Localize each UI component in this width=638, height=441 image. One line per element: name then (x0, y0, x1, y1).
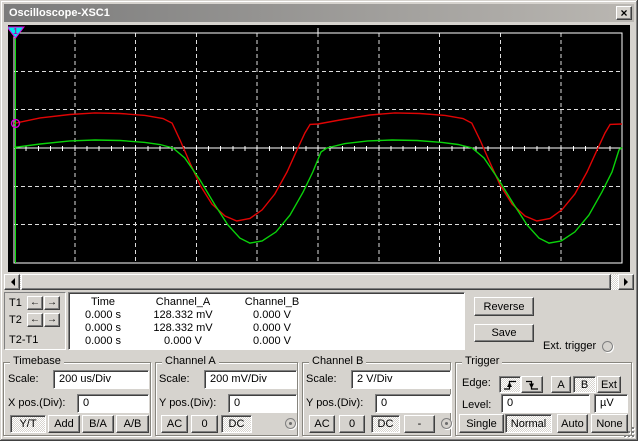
cursor-1[interactable]: 1 (8, 27, 24, 263)
trigger-source-b-button[interactable]: B (573, 376, 596, 393)
trigger-level-unit-field[interactable]: µV (594, 394, 628, 413)
timebase-scale-field[interactable]: 200 us/Div (53, 370, 149, 389)
channel-b-ac-button[interactable]: AC (309, 415, 335, 433)
timebase-group: Timebase Scale: 200 us/Div X pos.(Div): … (3, 362, 151, 436)
timebase-mode-ab-button[interactable]: A/B (116, 415, 149, 433)
arrow-left-icon: ← (30, 315, 40, 325)
t2-channel-b: 0.000 V (229, 322, 315, 334)
titlebar[interactable]: Oscilloscope-XSC1 × (4, 4, 634, 22)
channel-a-ypos-field[interactable]: 0 (228, 394, 297, 413)
trigger-group: Trigger Edge: A B Ext Level: 0 µV Single… (455, 362, 632, 436)
channel-a-dc-button[interactable]: DC (221, 415, 252, 433)
col-channel-b: Channel_B (229, 296, 315, 308)
channel-b-terminal-icon (441, 418, 452, 429)
save-button[interactable]: Save (474, 324, 534, 342)
close-icon: × (620, 8, 627, 18)
scroll-right-icon (624, 278, 632, 286)
channel-a-zero-button[interactable]: 0 (191, 415, 218, 433)
scroll-left-button[interactable] (4, 274, 20, 290)
arrow-right-icon: → (47, 298, 57, 308)
t2t1-channel-a: 0.000 V (137, 335, 229, 347)
timebase-xpos-label: X pos.(Div): (8, 397, 65, 409)
trigger-source-ext-button[interactable]: Ext (597, 376, 621, 393)
channel-a-group: Channel A Scale: 200 mV/Div Y pos.(Div):… (155, 362, 298, 436)
ext-trigger-label: Ext. trigger (543, 340, 596, 352)
channel-b-group: Channel B Scale: 2 V/Div Y pos.(Div): 0 … (302, 362, 451, 436)
timebase-title: Timebase (10, 355, 64, 367)
t2-label: T2 (9, 314, 27, 326)
cursor-controls: T1 ← → T2 ← → T2-T1 (4, 292, 66, 350)
window-title: Oscilloscope-XSC1 (9, 7, 110, 19)
trigger-edge-rising-button[interactable] (499, 376, 521, 393)
falling-edge-icon (525, 379, 539, 391)
scroll-right-button[interactable] (618, 274, 634, 290)
ext-trigger-terminal-icon (602, 341, 613, 352)
scroll-left-icon (7, 278, 15, 286)
channel-b-zero-button[interactable]: 0 (339, 415, 365, 433)
readout-row-t2-t1: 0.000 s 0.000 V 0.000 V (69, 335, 464, 347)
scope-display: 1 (8, 25, 630, 272)
trigger-level-label: Level: (462, 399, 491, 411)
channel-b-ypos-label: Y pos.(Div): (306, 397, 363, 409)
t2-time: 0.000 s (69, 322, 137, 334)
t2-left-button[interactable]: ← (27, 313, 43, 327)
t1-channel-a: 128.332 mV (137, 309, 229, 321)
t1-left-button[interactable]: ← (27, 296, 43, 310)
channel-b-ypos-field[interactable]: 0 (375, 394, 451, 413)
trigger-source-a-button[interactable]: A (551, 376, 571, 393)
channel-a-terminal-icon (285, 418, 296, 429)
channel-b-scale-label: Scale: (306, 373, 337, 385)
timebase-mode-yt-button[interactable]: Y/T (10, 415, 46, 433)
col-channel-a: Channel_A (137, 296, 229, 308)
trigger-mode-auto-button[interactable]: Auto (557, 414, 588, 433)
timebase-scale-label: Scale: (8, 373, 39, 385)
reverse-button[interactable]: Reverse (474, 297, 534, 316)
rising-edge-icon (503, 379, 517, 391)
t2-right-button[interactable]: → (44, 313, 60, 327)
channel-a-ac-button[interactable]: AC (161, 415, 188, 433)
resize-grip[interactable] (622, 425, 635, 438)
readout-row-t1: 0.000 s 128.332 mV 0.000 V (69, 309, 464, 321)
trigger-title: Trigger (462, 355, 502, 367)
trigger-mode-single-button[interactable]: Single (459, 414, 504, 433)
cursor-1-number: 1 (13, 27, 18, 36)
channel-b-scale-field[interactable]: 2 V/Div (351, 370, 451, 389)
t2-t1-label: T2-T1 (9, 334, 65, 346)
t2t1-channel-b: 0.000 V (229, 335, 315, 347)
timebase-mode-ba-button[interactable]: B/A (82, 415, 114, 433)
t2-channel-a: 128.332 mV (137, 322, 229, 334)
channel-b-title: Channel B (309, 355, 366, 367)
channel-a-scale-field[interactable]: 200 mV/Div (204, 370, 297, 389)
scrollbar-thumb[interactable] (21, 274, 611, 290)
t2t1-time: 0.000 s (69, 335, 137, 347)
channel-a-title: Channel A (162, 355, 219, 367)
oscilloscope-window: Oscilloscope-XSC1 × 1 T1 ← → T2 (0, 0, 638, 441)
trigger-edge-falling-button[interactable] (521, 376, 543, 393)
measurement-readout: Time Channel_A Channel_B 0.000 s 128.332… (68, 292, 465, 350)
t1-label: T1 (9, 297, 27, 309)
trigger-mode-normal-button[interactable]: Normal (505, 414, 552, 433)
t1-time: 0.000 s (69, 309, 137, 321)
scope-grid (14, 28, 622, 263)
t1-channel-b: 0.000 V (229, 309, 315, 321)
channel-b-minus-button[interactable]: - (404, 415, 435, 433)
timebase-mode-add-button[interactable]: Add (48, 415, 80, 433)
channel-b-dc-button[interactable]: DC (371, 415, 400, 433)
t1-right-button[interactable]: → (44, 296, 60, 310)
trigger-edge-label: Edge: (462, 377, 491, 389)
arrow-right-icon: → (47, 315, 57, 325)
readout-row-t2: 0.000 s 128.332 mV 0.000 V (69, 322, 464, 334)
col-time: Time (69, 296, 137, 308)
horizontal-scrollbar[interactable] (4, 274, 634, 290)
arrow-left-icon: ← (30, 298, 40, 308)
timebase-xpos-field[interactable]: 0 (77, 394, 149, 413)
channel-a-ypos-label: Y pos.(Div): (159, 397, 216, 409)
trigger-level-field[interactable]: 0 (501, 394, 590, 413)
channel-a-scale-label: Scale: (159, 373, 190, 385)
readout-header-row: Time Channel_A Channel_B (69, 296, 464, 308)
close-button[interactable]: × (616, 6, 632, 20)
